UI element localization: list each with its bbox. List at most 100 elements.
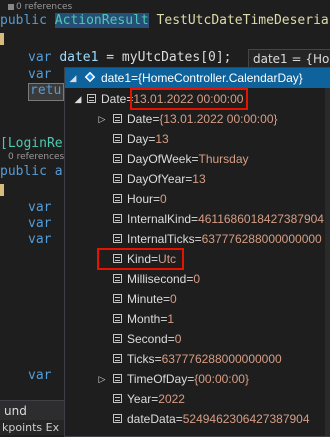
datatip-row-text: Month=1 <box>127 309 174 329</box>
code-lens-references-2[interactable]: 0 references <box>8 152 64 162</box>
property-name: InternalKind <box>127 212 192 226</box>
code-line-public-method[interactable]: public a <box>0 164 63 180</box>
datatip-row-text: Date={13.01.2022 00:00:00} <box>127 109 278 129</box>
property-value[interactable]: {00:00:00} <box>194 372 249 386</box>
property-name: DayOfYear <box>127 172 186 186</box>
property-name: InternalTicks <box>127 232 195 246</box>
property-value[interactable]: 13 <box>155 132 168 146</box>
datatip-row-text: dateData=5249462306427387904 <box>127 409 310 429</box>
property-name: TimeOfDay <box>127 372 188 386</box>
datatip-row-text: Year=2022 <box>127 389 185 409</box>
references-icon <box>8 3 14 10</box>
property-icon <box>113 114 122 123</box>
property-name: Minute <box>127 292 164 306</box>
property-icon <box>113 314 122 323</box>
code-line-return[interactable]: retu <box>30 83 61 99</box>
property-value[interactable]: 0 <box>175 332 182 346</box>
code-line-var-bottom[interactable]: var <box>28 368 51 384</box>
property-icon <box>113 174 122 183</box>
datatip-row-minute[interactable]: Minute=0 <box>65 289 330 309</box>
debugger-datatip[interactable]: ◢ date1={HomeController.CalendarDay} ◢ Da… <box>64 67 330 437</box>
code-line-login-attribute[interactable]: [LoginRe <box>0 136 63 152</box>
property-value[interactable]: {13.01.2022 00:00:00} <box>159 112 277 126</box>
brace-guide-2 <box>0 184 4 196</box>
property-name: Millisecond <box>127 272 187 286</box>
highlight-annotation-box <box>97 248 184 270</box>
property-icon <box>113 294 122 303</box>
property-value[interactable]: 1 <box>167 312 174 326</box>
collapse-caret-icon[interactable]: ◢ <box>73 89 83 109</box>
equals-sign: = <box>154 352 162 366</box>
datatip-row-dayofyear[interactable]: DayOfYear=13 <box>65 169 330 189</box>
datatip-scrollbar[interactable] <box>325 88 330 436</box>
code-line-var-2[interactable]: var <box>28 216 51 232</box>
property-name: Hour <box>127 192 154 206</box>
datatip-row-date[interactable]: ▷ Date={13.01.2022 00:00:00} <box>65 109 330 129</box>
property-icon <box>113 274 122 283</box>
datatip-row-text: Minute=0 <box>127 289 177 309</box>
datatip-row-millisecond[interactable]: Millisecond=0 <box>65 269 330 289</box>
datatip-row-text: Hour=0 <box>127 189 167 209</box>
equals-sign: = <box>191 212 199 226</box>
datatip-row-text: InternalKind=4611686018427387904 <box>127 209 324 229</box>
datatip-row-month[interactable]: Month=1 <box>65 309 330 329</box>
datatip-row-text: Ticks=637776288000000000 <box>127 349 282 369</box>
property-icon <box>87 94 96 103</box>
property-name: Day <box>127 132 149 146</box>
datatip-header-label: date1={HomeController.CalendarDay} <box>101 71 303 85</box>
datatip-row-text: Day=13 <box>127 129 169 149</box>
property-value[interactable]: 0 <box>193 272 200 286</box>
property-name: DayOfWeek <box>127 152 192 166</box>
datatip-row-hour[interactable]: Hour=0 <box>65 189 330 209</box>
property-name: dateData <box>127 412 176 426</box>
datatip-row-text: InternalTicks=637776288000000000 <box>127 229 322 249</box>
property-value[interactable]: 13 <box>192 172 205 186</box>
datatip-row-internalticks[interactable]: InternalTicks=637776288000000000 <box>65 229 330 249</box>
datatip-row-text: TimeOfDay={00:00:00} <box>127 369 249 389</box>
datatip-row-year[interactable]: Year=2022 <box>65 389 330 409</box>
equals-sign: = <box>194 232 202 246</box>
expand-caret-icon[interactable]: ▷ <box>97 109 107 129</box>
property-name: Date <box>127 112 153 126</box>
datatip-row-internalkind[interactable]: InternalKind=4611686018427387904 <box>65 209 330 229</box>
property-value[interactable]: 0 <box>170 292 177 306</box>
code-line-var-1[interactable]: var <box>28 200 51 216</box>
property-value[interactable]: 4611686018427387904 <box>198 212 324 226</box>
equals-sign: = <box>153 192 161 206</box>
equals-sign: = <box>167 332 175 346</box>
property-value[interactable]: 5249462306427387904 <box>183 412 310 426</box>
code-line-date1-assignment[interactable]: var date1 = myUtcDates[0]; <box>28 50 232 66</box>
object-icon <box>84 71 96 83</box>
equals-sign: = <box>163 292 171 306</box>
property-icon <box>113 374 122 383</box>
code-line-var[interactable]: var <box>28 67 51 83</box>
code-lens-references[interactable]: 0 references <box>8 2 72 12</box>
property-icon <box>113 334 122 343</box>
datatip-row-timeofday[interactable]: ▷ TimeOfDay={00:00:00} <box>65 369 330 389</box>
collapsed-datatip[interactable]: date1 = {Home <box>248 49 330 69</box>
property-value[interactable]: 637776288000000000 <box>202 232 322 246</box>
expand-caret-icon[interactable]: ◢ <box>68 68 78 88</box>
datatip-row-text: DayOfWeek=Thursday <box>127 149 249 169</box>
datatip-header[interactable]: ◢ date1={HomeController.CalendarDay} <box>65 68 330 88</box>
datatip-row-text: Millisecond=0 <box>127 269 200 289</box>
code-line-method-signature[interactable]: public ActionResult TestUtcDateTimeDeser… <box>0 13 329 29</box>
datatip-row-second[interactable]: Second=0 <box>65 329 330 349</box>
code-line-var-3[interactable]: var <box>28 232 51 248</box>
property-icon <box>113 194 122 203</box>
property-value[interactable]: 637776288000000000 <box>162 352 282 366</box>
datatip-row-dayofweek[interactable]: DayOfWeek=Thursday <box>65 149 330 169</box>
datatip-row-datedata[interactable]: dateData=5249462306427387904 <box>65 409 330 429</box>
property-value[interactable]: 2022 <box>158 392 185 406</box>
property-icon <box>113 134 122 143</box>
datatip-row-text: DayOfYear=13 <box>127 169 206 189</box>
datatip-row-day[interactable]: Day=13 <box>65 129 330 149</box>
property-name: Date <box>101 92 127 106</box>
property-icon <box>113 394 122 403</box>
datatip-row-text: Second=0 <box>127 329 181 349</box>
property-value[interactable]: Thursday <box>198 152 248 166</box>
datatip-row-ticks[interactable]: Ticks=637776288000000000 <box>65 349 330 369</box>
equals-sign: = <box>175 412 183 426</box>
property-value[interactable]: 0 <box>160 192 167 206</box>
expand-caret-icon[interactable]: ▷ <box>97 369 107 389</box>
